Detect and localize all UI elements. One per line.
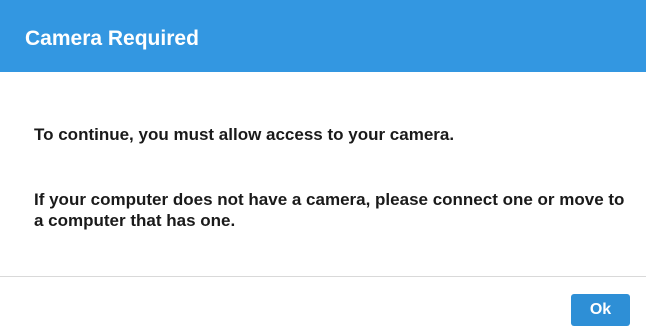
no-camera-message: If your computer does not have a camera,… [34, 190, 625, 230]
camera-required-dialog: Camera Required To continue, you must al… [0, 0, 646, 327]
dialog-header: Camera Required [0, 0, 646, 72]
dialog-footer: Ok [0, 277, 646, 327]
dialog-title: Camera Required [25, 27, 199, 50]
ok-button[interactable]: Ok [571, 294, 630, 326]
dialog-body: To continue, you must allow access to yo… [0, 72, 646, 276]
camera-access-message: To continue, you must allow access to yo… [34, 125, 455, 144]
